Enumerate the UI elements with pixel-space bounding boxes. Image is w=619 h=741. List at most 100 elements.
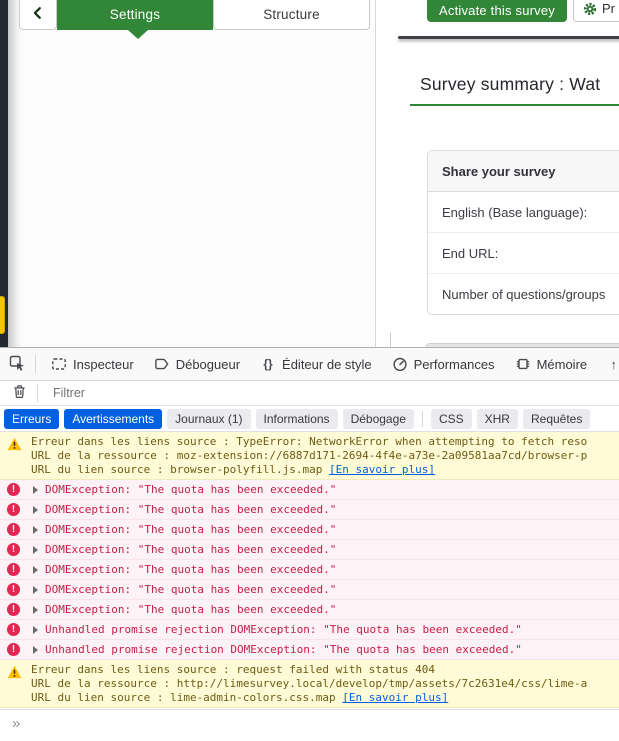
- filter-pill-xhr[interactable]: XHR: [477, 409, 518, 429]
- devtools-tab-label: Mémoire: [537, 357, 588, 372]
- filter-pill-requetes[interactable]: Requêtes: [523, 409, 590, 429]
- page-title: Survey summary : Wat: [420, 74, 600, 95]
- expand-arrow-icon[interactable]: [33, 566, 38, 574]
- error-icon: !: [7, 623, 20, 636]
- tab-settings[interactable]: Settings: [57, 0, 213, 30]
- learn-more-link[interactable]: [En savoir plus]: [342, 691, 448, 704]
- tab-structure[interactable]: Structure: [213, 0, 370, 30]
- browser-page: Settings Structure Activate this survey …: [0, 0, 619, 347]
- network-icon: ↑↓: [607, 356, 615, 372]
- console-error-row[interactable]: ! Unhandled promise rejection DOMExceptio…: [0, 620, 619, 640]
- expand-arrow-icon[interactable]: [33, 586, 38, 594]
- learn-more-link[interactable]: [En savoir plus]: [329, 463, 435, 476]
- pill-group-divider: [422, 411, 423, 427]
- devtools-tab-performances[interactable]: Performances: [382, 348, 505, 380]
- console-error-row[interactable]: !DOMException: "The quota has been excee…: [0, 540, 619, 560]
- console-filter-pills: ErreursAvertissementsJournaux (1) Informa…: [0, 406, 619, 432]
- performance-icon: [392, 356, 408, 372]
- console-warning-row: Erreur dans les liens source : TypeError…: [0, 432, 619, 480]
- devtools-tab-label: Éditeur de style: [282, 357, 372, 372]
- devtools-tab-label: Débogueur: [176, 357, 240, 372]
- error-message-text: DOMException: "The quota has been exceed…: [45, 483, 336, 496]
- filter-pill-css[interactable]: CSS: [431, 409, 472, 429]
- share-survey-table: Share your survey English (Base language…: [427, 150, 619, 315]
- header-divider: [398, 36, 619, 39]
- filter-pill-erreurs[interactable]: Erreurs: [4, 409, 59, 429]
- notification-edge-tab[interactable]: [0, 296, 5, 334]
- devtools-tab-reseau[interactable]: ↑↓Réseau: [597, 348, 615, 380]
- devtools-tab-memoire[interactable]: Mémoire: [505, 348, 598, 380]
- expand-arrow-icon[interactable]: [33, 506, 38, 514]
- table-body: English (Base language):End URL:Number o…: [428, 192, 619, 314]
- console-error-row[interactable]: !Unhandled promise rejection DOMExceptio…: [0, 640, 619, 660]
- clear-console-button[interactable]: [6, 381, 32, 405]
- memory-icon: [515, 356, 531, 372]
- console-filter-bar: [0, 381, 619, 406]
- error-message-text: DOMException: "The quota has been exceed…: [45, 583, 336, 596]
- table-row: End URL:: [428, 233, 619, 274]
- filter-separator: [37, 384, 38, 402]
- error-message-text: DOMException: "The quota has been exceed…: [45, 563, 336, 576]
- console-error-row[interactable]: !DOMException: "The quota has been excee…: [0, 600, 619, 620]
- console-error-row[interactable]: ! DOMException: "The quota has been excee…: [0, 560, 619, 580]
- devtools-tab-debogueur[interactable]: Débogueur: [144, 348, 250, 380]
- active-tab-pointer: [128, 30, 148, 39]
- error-message-text: Unhandled promise rejection DOMException…: [45, 623, 522, 636]
- console-error-row[interactable]: ! DOMException: "The quota has been excee…: [0, 580, 619, 600]
- trash-icon: [12, 384, 27, 402]
- expand-arrow-icon[interactable]: [33, 526, 38, 534]
- chevron-left-icon: [31, 6, 45, 23]
- preview-survey-button[interactable]: Pr: [573, 0, 619, 22]
- sidebar-collapse-button[interactable]: [19, 0, 57, 30]
- activate-survey-button[interactable]: Activate this survey: [427, 0, 567, 22]
- filter-pill-journaux-1[interactable]: Journaux (1): [167, 409, 250, 429]
- preview-button-label: Pr: [602, 1, 615, 16]
- debugger-icon: [154, 356, 170, 372]
- devtools-tab-label: Inspecteur: [73, 357, 134, 372]
- error-message-text: DOMException: "The quota has been exceed…: [45, 543, 336, 556]
- expand-arrow-icon[interactable]: [33, 606, 38, 614]
- error-message-text: DOMException: "The quota has been exceed…: [45, 603, 336, 616]
- table-header: Share your survey: [428, 151, 619, 192]
- braces-icon: {}: [260, 356, 276, 372]
- error-icon: !: [7, 503, 20, 516]
- filter-pill-debogage[interactable]: Débogage: [343, 409, 414, 429]
- table-row: English (Base language):: [428, 192, 619, 233]
- window-edge: [0, 0, 8, 347]
- inspector-icon: [51, 356, 67, 372]
- devtools-tabs: Inspecteur Débogueur {} Éditeur de style Per…: [41, 348, 615, 380]
- console-filter-input[interactable]: [43, 385, 613, 401]
- expand-arrow-icon[interactable]: [33, 646, 38, 654]
- error-icon: !: [7, 643, 20, 656]
- pick-element-icon: [9, 355, 25, 374]
- console-error-row[interactable]: ! DOMException: "The quota has been excee…: [0, 520, 619, 540]
- table-row: Number of questions/groups: [428, 274, 619, 314]
- filter-pill-avertissements[interactable]: Avertissements: [64, 409, 162, 429]
- error-message-text: DOMException: "The quota has been exceed…: [45, 523, 336, 536]
- error-icon: !: [7, 563, 20, 576]
- toolbar-separator: [35, 355, 36, 373]
- warning-message-text: Erreur dans les liens source : TypeError…: [31, 435, 587, 477]
- console-error-row[interactable]: !DOMException: "The quota has been excee…: [0, 480, 619, 500]
- console-error-row[interactable]: !DOMException: "The quota has been excee…: [0, 500, 619, 520]
- expand-arrow-icon[interactable]: [33, 486, 38, 494]
- pick-element-button[interactable]: [4, 352, 30, 376]
- filter-pill-informations[interactable]: Informations: [256, 409, 338, 429]
- settings-sidebar-panel: [8, 0, 376, 347]
- warning-message-text: Erreur dans les liens source : request f…: [31, 663, 587, 705]
- error-icon: !: [7, 583, 20, 596]
- devtools-toolbar: Inspecteur Débogueur {} Éditeur de style Per…: [0, 348, 619, 381]
- warning-icon: [7, 437, 22, 451]
- error-icon: !: [7, 523, 20, 536]
- console-warning-row: Erreur dans les liens source : request f…: [0, 660, 619, 708]
- expand-arrow-icon[interactable]: [33, 546, 38, 554]
- devtools-tab-editeur-de-style[interactable]: {} Éditeur de style: [250, 348, 382, 380]
- panel-divider: [390, 332, 391, 347]
- console-input-row[interactable]: »: [0, 709, 619, 741]
- gear-icon: [583, 2, 597, 16]
- console-output: Erreur dans les liens source : TypeError…: [0, 432, 619, 709]
- title-underline: [410, 104, 619, 106]
- devtools-tab-inspecteur[interactable]: Inspecteur: [41, 348, 144, 380]
- expand-arrow-icon[interactable]: [33, 626, 38, 634]
- devtools-tab-label: Performances: [414, 357, 495, 372]
